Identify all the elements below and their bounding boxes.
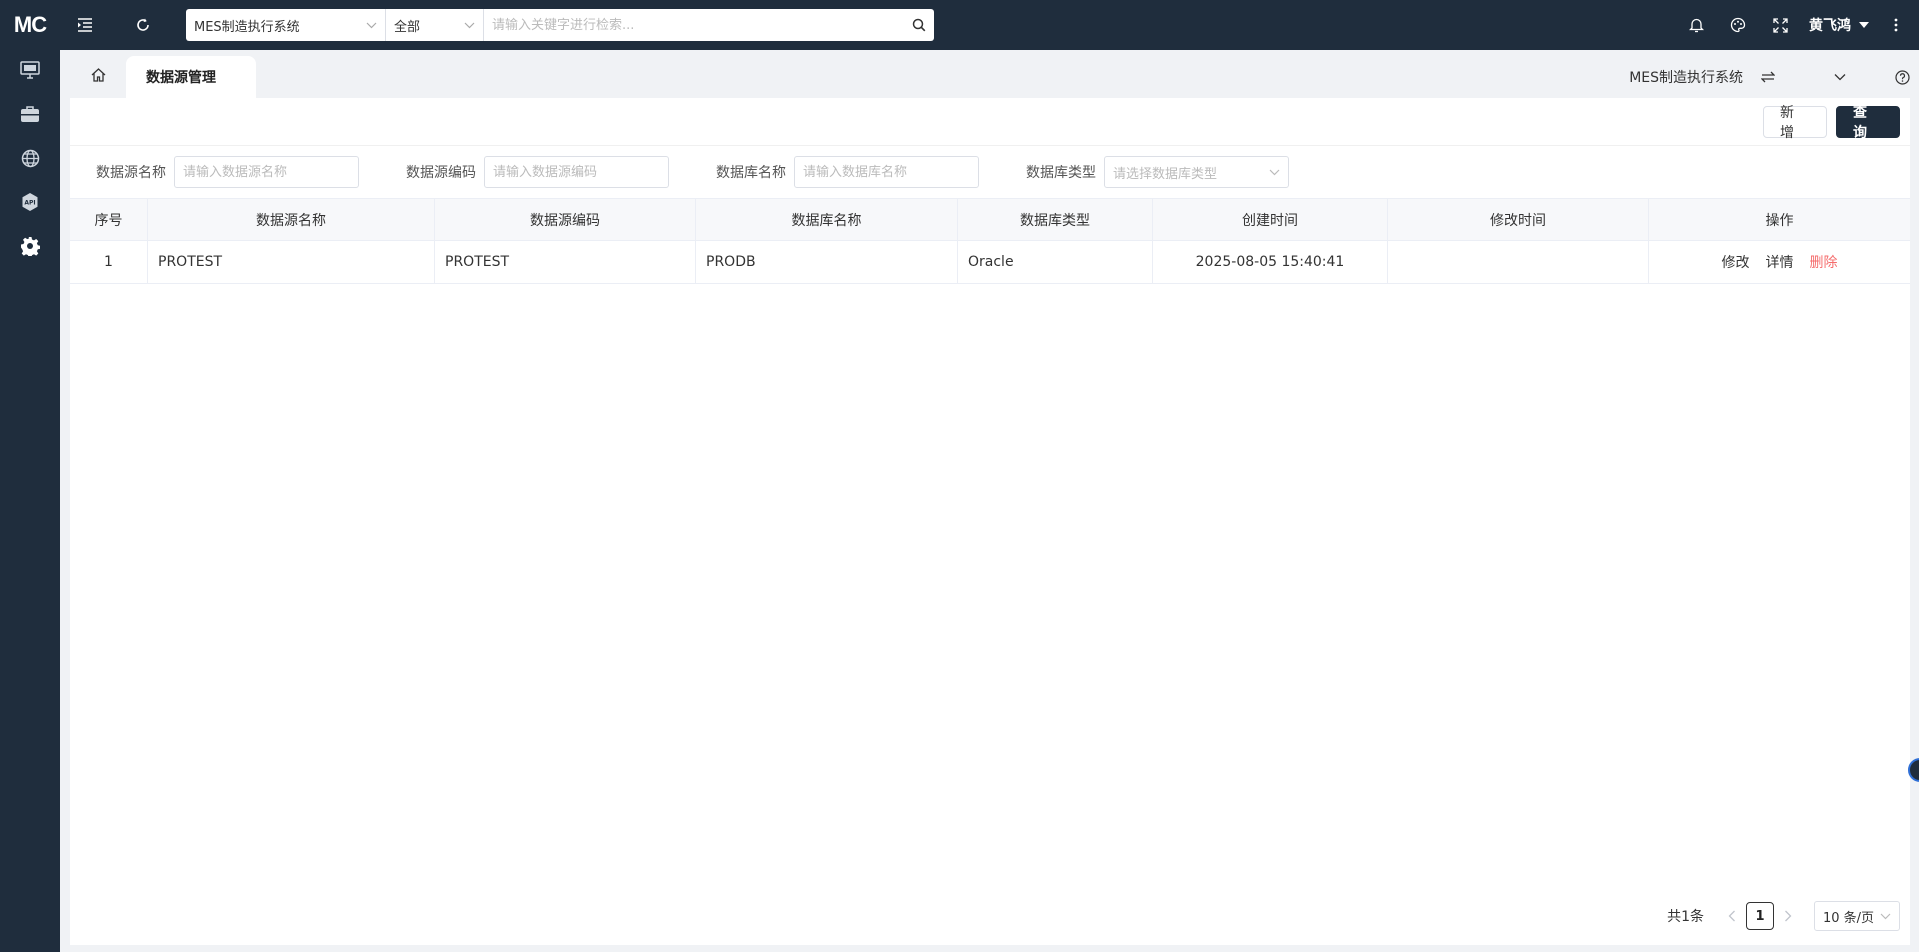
- cell-created-time: 2025-08-05 15:40:41: [1153, 241, 1388, 283]
- datasource-table: 序号 数据源名称 数据源编码 数据库名称 数据库类型 创建时间 修改时间 操作 …: [70, 198, 1910, 284]
- side-nav: API: [0, 50, 60, 952]
- add-button[interactable]: 新 增: [1763, 105, 1827, 141]
- tab-bar-right: MES制造执行系统: [1629, 56, 1919, 98]
- gear-icon: [20, 236, 41, 260]
- side-nav-settings[interactable]: [0, 226, 60, 270]
- monitor-icon: [20, 61, 40, 83]
- user-menu[interactable]: 黄飞鸿: [1809, 15, 1869, 35]
- globe-icon: [21, 149, 40, 172]
- top-right-actions: 黄飞鸿: [1675, 0, 1919, 50]
- ds-code-input[interactable]: [484, 156, 669, 188]
- caret-down-icon: [1859, 22, 1869, 28]
- chevron-down-icon: [1269, 165, 1280, 180]
- col-ds-code: 数据源编码: [435, 199, 696, 240]
- briefcase-icon: [20, 105, 40, 127]
- keyword-search-input[interactable]: [484, 10, 904, 40]
- query-button[interactable]: 查 询: [1836, 105, 1900, 141]
- side-nav-briefcase[interactable]: [0, 94, 60, 138]
- ds-name-label: 数据源名称: [96, 165, 166, 181]
- cell-modified-time: [1388, 241, 1649, 283]
- ds-code-label: 数据源编码: [406, 165, 476, 181]
- chevron-down-icon: [366, 18, 377, 32]
- scope-select[interactable]: 全部: [386, 9, 484, 41]
- app-logo[interactable]: MC: [0, 0, 60, 50]
- ds-name-input[interactable]: [174, 156, 359, 188]
- swap-icon[interactable]: [1757, 66, 1779, 88]
- filter-ds-code: 数据源编码: [406, 156, 669, 188]
- page-size-value: 10 条/页: [1823, 910, 1875, 926]
- toolbar-divider: [70, 145, 1910, 146]
- col-index: 序号: [70, 199, 148, 240]
- cell-ds-code: PROTEST: [435, 241, 696, 283]
- cell-operations: 修改 详情 删除: [1649, 241, 1910, 283]
- col-ds-name: 数据源名称: [148, 199, 435, 240]
- more-vertical-icon[interactable]: [1885, 14, 1907, 36]
- col-created-time: 创建时间: [1153, 199, 1388, 240]
- menu-toggle-icon[interactable]: [74, 14, 96, 36]
- cell-index: 1: [70, 241, 148, 283]
- main-panel: 新 增 查 询 数据源名称 数据源编码 数据库名称 数据库类型 请选择数据库类型: [70, 98, 1910, 945]
- tab-home[interactable]: [70, 56, 126, 98]
- refresh-icon[interactable]: [132, 14, 154, 36]
- col-db-type: 数据库类型: [958, 199, 1153, 240]
- bell-icon[interactable]: [1685, 14, 1707, 36]
- detail-link[interactable]: 详情: [1766, 252, 1794, 272]
- table-header: 序号 数据源名称 数据源编码 数据库名称 数据库类型 创建时间 修改时间 操作: [70, 198, 1910, 241]
- cell-db-name: PRODB: [696, 241, 958, 283]
- page-size-select[interactable]: 10 条/页: [1814, 901, 1900, 931]
- home-icon: [91, 68, 106, 86]
- db-name-input[interactable]: [794, 156, 979, 188]
- system-select-value: MES制造执行系统: [194, 19, 300, 35]
- pagination: 共1条 1 10 条/页: [1667, 901, 1900, 931]
- delete-link[interactable]: 删除: [1810, 252, 1838, 272]
- user-name: 黄飞鸿: [1809, 18, 1851, 34]
- total-count: 共1条: [1667, 909, 1704, 925]
- col-db-name: 数据库名称: [696, 199, 958, 240]
- search-icon[interactable]: [904, 9, 934, 41]
- global-search: MES制造执行系统 全部: [186, 9, 934, 41]
- db-name-label: 数据库名称: [716, 165, 786, 181]
- top-bar: MC MES制造执行系统 全部 请输入关键字进行检索... 黄飞鸿: [0, 0, 1919, 50]
- scope-select-value: 全部: [394, 19, 421, 35]
- side-nav-api[interactable]: API: [0, 182, 60, 226]
- prev-page-icon[interactable]: [1728, 907, 1736, 926]
- system-select[interactable]: MES制造执行系统: [186, 9, 386, 41]
- tab-datasource-management[interactable]: 数据源管理: [126, 56, 256, 98]
- side-nav-globe[interactable]: [0, 138, 60, 182]
- current-system-label: MES制造执行系统: [1629, 70, 1743, 86]
- help-icon[interactable]: [1891, 66, 1913, 88]
- cell-ds-name: PROTEST: [148, 241, 435, 283]
- chevron-down-icon: [464, 18, 475, 32]
- filter-form: 数据源名称 数据源编码 数据库名称 数据库类型 请选择数据库类型: [70, 156, 1910, 188]
- side-nav-monitor[interactable]: [0, 50, 60, 94]
- col-operations: 操作: [1765, 212, 1794, 229]
- page-number-1[interactable]: 1: [1746, 902, 1774, 930]
- filter-db-name: 数据库名称: [716, 156, 979, 188]
- db-type-placeholder: 请选择数据库类型: [1113, 166, 1218, 182]
- chevron-down-icon[interactable]: [1829, 66, 1851, 88]
- db-type-label: 数据库类型: [1026, 165, 1096, 181]
- cell-db-type: Oracle: [958, 241, 1153, 283]
- db-type-select[interactable]: 请选择数据库类型: [1104, 156, 1289, 188]
- table-row: 1 PROTEST PROTEST PRODB Oracle 2025-08-0…: [70, 241, 1910, 284]
- next-page-icon[interactable]: [1784, 907, 1792, 926]
- edit-link[interactable]: 修改: [1722, 252, 1750, 272]
- toolbar: 新 增 查 询: [1763, 105, 1900, 141]
- chevron-down-icon: [1880, 909, 1891, 924]
- filter-db-type: 数据库类型 请选择数据库类型: [1026, 156, 1289, 188]
- svg-text:API: API: [24, 200, 35, 207]
- palette-icon[interactable]: [1727, 14, 1749, 36]
- col-modified-time: 修改时间: [1388, 199, 1649, 240]
- fullscreen-icon[interactable]: [1769, 14, 1791, 36]
- filter-ds-name: 数据源名称: [96, 156, 359, 188]
- api-icon: API: [20, 192, 40, 216]
- tab-bar: 数据源管理 MES制造执行系统: [70, 56, 1919, 98]
